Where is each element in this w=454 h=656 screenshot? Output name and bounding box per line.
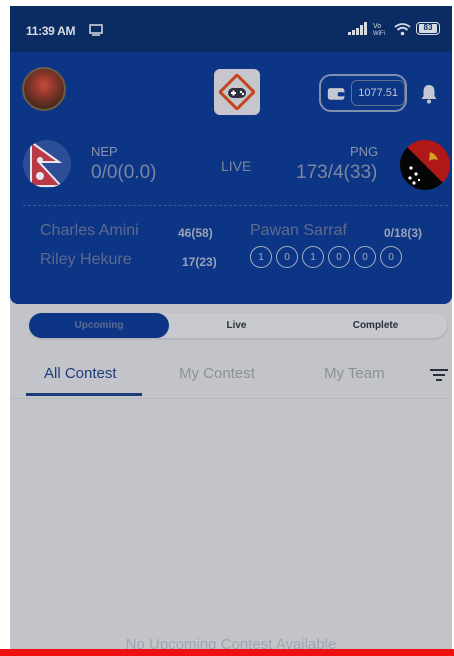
team-flag-png	[400, 140, 450, 190]
app-screen: 11:39 AM Vo WiFi 83 1077.51 NEP 0/0(0.0)…	[10, 6, 452, 654]
match-header: 1077.51 NEP 0/0(0.0) LIVE PNG 173/4(33)	[10, 52, 452, 304]
status-time: 11:39 AM	[26, 24, 76, 38]
match-status-tabs: Upcoming Live Complete	[29, 313, 447, 338]
wallet-balance: 1077.51	[351, 80, 405, 106]
status-bar: 11:39 AM Vo WiFi 83	[10, 6, 452, 52]
bottom-accent-bar	[0, 649, 454, 656]
volte-icon: Vo WiFi	[373, 23, 385, 36]
batter-1-name: Charles Amini	[40, 222, 139, 239]
batter-2-name: Riley Hekure	[40, 251, 132, 268]
wifi-icon	[394, 22, 411, 35]
tab-my-contest[interactable]: My Contest	[179, 365, 255, 382]
battery-level: 83	[419, 24, 437, 33]
active-tab-indicator	[26, 393, 142, 396]
ball-5: 0	[354, 246, 376, 268]
battery-icon: 83	[416, 22, 440, 35]
live-label: LIVE	[221, 158, 252, 174]
team-flag-nep	[23, 140, 71, 188]
ball-2: 0	[276, 246, 298, 268]
ball-6: 0	[380, 246, 402, 268]
wallet-button[interactable]: 1077.51	[319, 74, 407, 112]
team-right-score: 173/4(33)	[296, 162, 378, 183]
tab-all-contest[interactable]: All Contest	[44, 365, 117, 382]
gamepad-logo-icon	[219, 74, 255, 110]
bell-icon[interactable]	[420, 84, 438, 104]
signal-icon	[348, 22, 367, 35]
batter-1-stat: 46(58)	[178, 226, 213, 240]
header-divider	[23, 205, 448, 206]
screen-icon	[89, 24, 103, 36]
tab-live[interactable]: Live	[169, 313, 304, 338]
ball-1: 1	[250, 246, 272, 268]
team-right-name: PNG	[350, 144, 379, 159]
profile-avatar[interactable]	[22, 67, 66, 111]
team-left-name: NEP	[91, 144, 118, 159]
recent-balls: 1 0 1 0 0 0	[250, 246, 402, 268]
wallet-icon	[327, 87, 345, 100]
tab-upcoming[interactable]: Upcoming	[29, 313, 169, 338]
svg-text:WiFi: WiFi	[373, 31, 385, 36]
ball-4: 0	[328, 246, 350, 268]
ball-3: 1	[302, 246, 324, 268]
batter-2-stat: 17(23)	[182, 255, 217, 269]
tab-my-team[interactable]: My Team	[324, 365, 385, 382]
tab-complete[interactable]: Complete	[304, 313, 447, 338]
bowler-name: Pawan Sarraf	[250, 222, 347, 239]
filter-icon[interactable]	[430, 368, 448, 382]
svg-text:Vo: Vo	[373, 23, 381, 30]
app-logo	[214, 69, 260, 115]
bowler-stat: 0/18(3)	[384, 226, 423, 240]
team-left-score: 0/0(0.0)	[91, 162, 157, 183]
